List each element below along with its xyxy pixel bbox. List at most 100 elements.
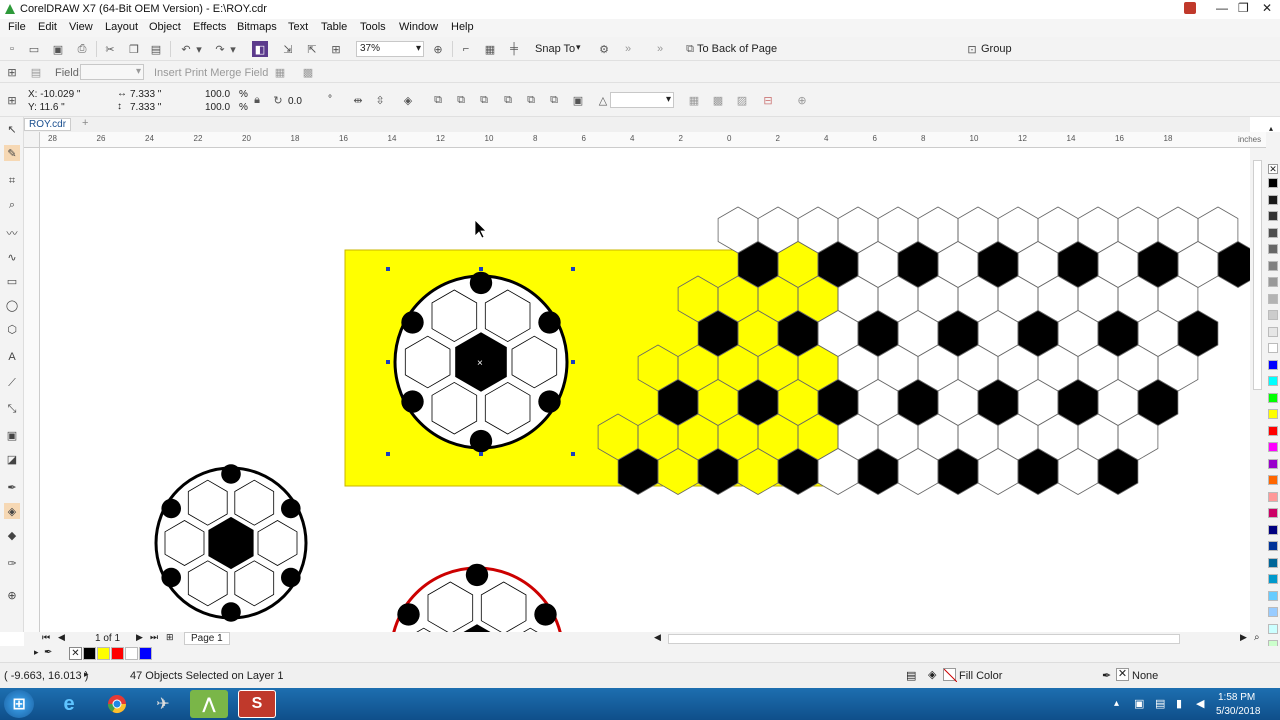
no-color-swatch[interactable]: ✕ (1268, 164, 1278, 174)
group-icon[interactable]: ⊡ (964, 41, 980, 57)
palette-swatch[interactable] (1268, 590, 1278, 601)
start-button[interactable]: ⊞ (4, 690, 34, 718)
lock-ratio-icon[interactable]: 🔒︎ (249, 92, 265, 108)
artwork[interactable]: × (40, 148, 1250, 632)
menu-tools[interactable]: Tools (360, 21, 386, 33)
wrap-text-icon[interactable]: ▦ (686, 92, 702, 108)
menu-effects[interactable]: Effects (193, 21, 226, 33)
outline-swatch[interactable]: ✕ (1116, 668, 1129, 681)
navigator-icon[interactable]: ⌕ (1254, 632, 1260, 643)
scroll-right-icon[interactable]: ▶ (1240, 632, 1247, 643)
align-distribute-icon[interactable]: ⊟ (760, 92, 776, 108)
menu-table[interactable]: Table (321, 21, 347, 33)
palette-swatch[interactable] (1268, 607, 1278, 617)
save-icon[interactable]: ▣ (50, 41, 66, 57)
parallel-dimension-icon[interactable]: ⟋ (4, 375, 20, 391)
import-icon[interactable]: ⇲ (280, 41, 296, 57)
rotation-angle-field[interactable]: 0.0 (288, 96, 302, 107)
palette-swatch[interactable] (1268, 557, 1278, 568)
palette-swatch[interactable] (1268, 425, 1278, 436)
tray-icon[interactable]: ▤ (1155, 697, 1165, 710)
next-page-icon[interactable]: ▶ (136, 632, 143, 643)
ball-edge-patch[interactable] (281, 498, 301, 519)
paste-icon[interactable]: ▤ (148, 41, 164, 57)
document-palette-swatch[interactable] (97, 647, 110, 660)
open-icon[interactable]: ▭ (26, 41, 42, 57)
to-back-icon[interactable]: ⧉ (682, 41, 698, 57)
palette-swatch[interactable] (1268, 623, 1278, 634)
chrome-icon[interactable] (98, 690, 136, 718)
front-minus-back-icon[interactable]: ⧉ (523, 92, 539, 108)
selection-handle[interactable] (479, 452, 483, 456)
selection-handle[interactable] (571, 452, 575, 456)
palette-swatch[interactable] (1268, 392, 1278, 403)
polygon-tool-icon[interactable]: ⬡ (4, 321, 20, 337)
minimize-button[interactable]: — (1216, 1, 1228, 15)
scale-y-field[interactable]: 100.0 (205, 102, 230, 113)
palette-swatch[interactable] (1268, 409, 1278, 419)
to-back-of-page-button[interactable]: To Back of Page (697, 43, 777, 55)
outline-tool-icon[interactable]: ✑ (4, 555, 20, 571)
outline-width-select[interactable]: ▾ (610, 92, 674, 108)
add-icon[interactable]: ⊕ (794, 92, 810, 108)
smart-fill-icon[interactable]: ◆ (4, 527, 20, 543)
mirror-horizontal-icon[interactable]: ⇹ (350, 92, 366, 108)
show-rulers-icon[interactable]: ⌐ (458, 41, 474, 57)
ball-edge-patch[interactable] (221, 464, 241, 484)
ball-edge-patch[interactable] (465, 563, 489, 587)
volume-icon[interactable]: ◀ (1196, 697, 1204, 710)
network-icon[interactable]: ▮ (1176, 697, 1182, 710)
drop-shadow-icon[interactable]: ▣ (4, 427, 20, 443)
back-minus-front-icon[interactable]: ⧉ (546, 92, 562, 108)
rectangle-tool-icon[interactable]: ▭ (4, 273, 20, 289)
menu-view[interactable]: View (69, 21, 93, 33)
palette-swatch[interactable] (1268, 491, 1278, 502)
selection-handle[interactable] (571, 360, 575, 364)
selection-handle[interactable] (386, 452, 390, 456)
menu-window[interactable]: Window (399, 21, 438, 33)
add-tool-icon[interactable]: ⊕ (4, 587, 20, 603)
selection-handle[interactable] (571, 267, 575, 271)
screen-recorder-icon[interactable]: S (238, 690, 276, 718)
palette-swatch[interactable] (1268, 475, 1278, 485)
interactive-fill-icon[interactable]: ◈ (4, 503, 20, 519)
close-button[interactable]: ✕ (1262, 1, 1272, 15)
cut-icon[interactable]: ✂ (102, 41, 118, 57)
ball-edge-patch[interactable] (538, 390, 561, 413)
palette-swatch[interactable] (1268, 359, 1278, 370)
add-tab-icon[interactable]: + (82, 117, 88, 129)
ball-edge-patch[interactable] (221, 602, 241, 622)
palette-swatch[interactable] (1268, 260, 1278, 271)
new-document-icon[interactable]: ▫ (4, 41, 20, 57)
mouse-cursor[interactable] (474, 219, 487, 239)
chevron-right-icon[interactable]: » (620, 41, 636, 57)
copy-icon[interactable]: ❐ (126, 41, 142, 57)
menu-bitmaps[interactable]: Bitmaps (237, 21, 277, 33)
palette-up-icon[interactable]: ▴ (1269, 124, 1273, 133)
expand-icon[interactable]: ▸ (84, 669, 89, 680)
snap-to-button[interactable]: Snap To (535, 43, 575, 55)
palette-swatch[interactable] (1268, 524, 1278, 535)
trim-icon[interactable]: ⧉ (453, 92, 469, 108)
palette-swatch[interactable] (1268, 178, 1278, 188)
object-origin-icon[interactable]: ⊞ (4, 92, 20, 108)
text-tool-icon[interactable]: A (4, 349, 20, 365)
document-palette-swatch[interactable] (111, 647, 124, 660)
center-mark[interactable]: × (477, 358, 483, 369)
show-grid-icon[interactable]: ▦ (482, 41, 498, 57)
ball-edge-patch[interactable] (161, 567, 181, 588)
eyedropper-icon[interactable]: ✒ (44, 647, 52, 658)
no-color-swatch[interactable]: ✕ (69, 647, 82, 660)
transparency-icon[interactable]: ◪ (4, 451, 20, 467)
outline-pen-icon[interactable]: △ (595, 92, 611, 108)
palette-swatch[interactable] (1268, 574, 1278, 584)
create-boundary-icon[interactable]: ▣ (570, 92, 586, 108)
merge-option-icon[interactable]: ▦ (272, 64, 288, 80)
chevron-down-icon[interactable]: ▾ (576, 42, 581, 53)
palette-swatch[interactable] (1268, 458, 1278, 469)
ball-edge-patch[interactable] (401, 390, 424, 413)
menu-edit[interactable]: Edit (38, 21, 57, 33)
last-page-icon[interactable]: ⏭ (150, 632, 158, 643)
palette-swatch[interactable] (1268, 343, 1278, 353)
document-palette-swatch[interactable] (83, 647, 96, 660)
